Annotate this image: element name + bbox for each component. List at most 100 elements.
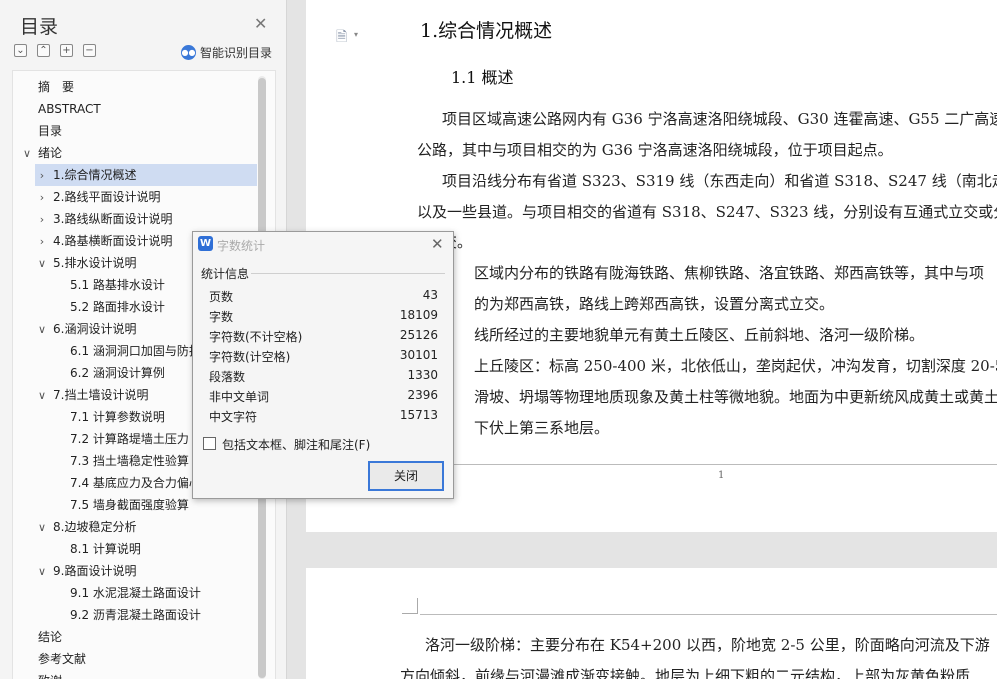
add-heading-icon[interactable]: +	[60, 44, 73, 57]
page-number: 1	[718, 470, 725, 481]
toc-item[interactable]: 6.2 涵洞设计算例	[68, 362, 165, 384]
chevron-down-icon[interactable]: ▾	[354, 30, 358, 39]
chevron-down-icon[interactable]: ∨	[35, 385, 49, 407]
toc-item-label: ABSTRACT	[38, 102, 101, 116]
toc-item[interactable]: 结论	[20, 626, 62, 648]
smart-recognize-icon: ●●	[181, 45, 196, 60]
toc-item-label: 绪论	[38, 146, 63, 160]
text-line: 下伏上第三系地层。	[474, 419, 610, 437]
toc-item[interactable]: ABSTRACT	[20, 98, 101, 120]
page-divider	[406, 464, 997, 465]
text-line: 公路，其中与项目相交的为 G36 宁洛高速洛阳绕城段，位于项目起点。	[417, 141, 893, 159]
toc-item-label: 7.5 墙身截面强度验算	[70, 498, 189, 512]
toc-item[interactable]: › 3.路线纵断面设计说明	[35, 208, 173, 231]
chevron-down-icon[interactable]: ∨	[35, 517, 49, 539]
toc-item[interactable]: 致谢	[20, 670, 62, 679]
toc-item-label: 结论	[38, 630, 63, 644]
chevron-down-icon[interactable]: ∨	[35, 319, 49, 341]
toc-item[interactable]: 8.1 计算说明	[68, 538, 141, 560]
stat-value: 1330	[407, 368, 438, 382]
toc-item[interactable]: ∨ 5.排水设计说明	[35, 252, 136, 274]
document-icon[interactable]: 🗎	[336, 26, 347, 50]
toc-item[interactable]: 目录	[20, 120, 62, 142]
toc-item[interactable]: 7.2 计算路堤墙土压力	[68, 428, 189, 450]
toc-item[interactable]: 6.1 涵洞洞口加固与防护	[68, 340, 201, 362]
toc-item[interactable]: ∨ 6.涵洞设计说明	[35, 318, 136, 340]
collapse-all-icon[interactable]: ⌄	[14, 44, 27, 57]
toc-item-label: 7.挡土墙设计说明	[53, 388, 149, 402]
smart-toc-label: 智能识别目录	[200, 46, 273, 60]
include-textboxes-checkbox[interactable]	[203, 437, 216, 450]
stat-row: 非中文单词 2396	[209, 388, 438, 408]
text-line: 线所经过的主要地貌单元有黄土丘陵区、丘前斜地、洛河一级阶梯。	[474, 326, 925, 344]
toc-item[interactable]: 7.5 墙身截面强度验算	[68, 494, 189, 516]
chevron-right-icon[interactable]: ›	[35, 231, 49, 253]
toc-item-label: 5.2 路面排水设计	[70, 300, 165, 314]
toc-item[interactable]: 7.3 挡土墙稳定性验算	[68, 450, 189, 472]
toc-item[interactable]: ∨ 8.边坡稳定分析	[35, 516, 136, 538]
stat-label: 非中文单词	[209, 390, 270, 404]
toc-item[interactable]: 9.1 水泥混凝土路面设计	[68, 582, 201, 604]
toc-item-label: 参考文献	[38, 652, 87, 666]
stat-label: 字符数(计空格)	[209, 350, 291, 364]
stat-value: 25126	[399, 328, 438, 342]
toc-item[interactable]: ∨ 绪论	[20, 142, 62, 164]
toc-item-label: 目录	[38, 124, 63, 138]
toc-item[interactable]: 7.1 计算参数说明	[68, 406, 165, 428]
smart-toc-button[interactable]: ●● 智能识别目录	[181, 44, 272, 61]
toc-item[interactable]: 9.2 沥青混凝土路面设计	[68, 604, 201, 626]
toc-item-label: 9.1 水泥混凝土路面设计	[70, 586, 201, 600]
toc-title: 目录	[20, 16, 59, 38]
toc-item-label: 9.路面设计说明	[53, 564, 137, 578]
stat-value: 43	[422, 288, 438, 302]
chevron-right-icon[interactable]: ›	[35, 187, 49, 209]
toc-item-label: 3.路线纵断面设计说明	[53, 212, 173, 226]
toc-item[interactable]: › 2.路线平面设计说明	[35, 186, 161, 209]
remove-heading-icon[interactable]: −	[83, 44, 96, 57]
heading-2: 1.1 概述	[451, 68, 514, 87]
toc-item[interactable]: ∨ 7.挡土墙设计说明	[35, 384, 148, 406]
include-textboxes-label[interactable]: 包括文本框、脚注和尾注(F)	[222, 436, 370, 453]
toc-item-label: 8.边坡稳定分析	[53, 520, 137, 534]
toc-item[interactable]: 摘 要	[20, 76, 74, 98]
toc-item-label: 致谢	[34, 674, 62, 679]
chevron-down-icon[interactable]: ∨	[35, 561, 49, 583]
toc-item[interactable]: 参考文献	[20, 648, 86, 670]
toc-item-label: 摘 要	[38, 80, 75, 94]
chevron-down-icon[interactable]: ∨	[20, 143, 34, 165]
stat-row: 字符数(不计空格) 25126	[209, 328, 438, 348]
margin-corner-mark	[402, 598, 418, 614]
close-icon[interactable]: ✕	[254, 14, 267, 33]
stat-row: 段落数 1330	[209, 368, 438, 388]
stat-row: 字符数(计空格) 30101	[209, 348, 438, 368]
stat-value: 15713	[399, 408, 438, 422]
text-line: 以及一些县道。与项目相交的省道有 S318、S247、S323 线，分别设有互通…	[417, 203, 997, 221]
stat-row: 页数 43	[209, 288, 438, 308]
toc-item-label: 6.2 涵洞设计算例	[70, 366, 165, 380]
close-button[interactable]: 关闭	[368, 461, 444, 491]
dialog-titlebar[interactable]: W 字数统计 ✕	[193, 232, 453, 256]
chevron-right-icon[interactable]: ›	[35, 165, 49, 187]
text-line: 上丘陵区：标高 250-400 米，北依低山，垄岗起伏，冲沟发育，切割深度 20…	[474, 357, 997, 375]
toc-item[interactable]: › 1.综合情况概述	[35, 164, 257, 186]
stat-row: 中文字符 15713	[209, 408, 438, 428]
text-line: 项目沿线分布有省道 S323、S319 线（东西走向）和省道 S318、S247…	[442, 172, 997, 190]
chevron-right-icon[interactable]: ›	[35, 209, 49, 231]
chevron-down-icon[interactable]: ∨	[35, 253, 49, 275]
toc-item-label: 7.1 计算参数说明	[70, 410, 165, 424]
stat-value: 30101	[399, 348, 438, 362]
toc-item[interactable]: 5.1 路基排水设计	[68, 274, 165, 296]
text-line: 洛河一级阶梯：主要分布在 K54+200 以西，阶地宽 2-5 公里，阶面略向河…	[425, 636, 990, 654]
toc-item-label: 2.路线平面设计说明	[53, 190, 161, 204]
stat-label: 中文字符	[209, 410, 258, 424]
toc-item[interactable]: › 4.路基横断面设计说明	[35, 230, 173, 253]
toc-item-label: 7.3 挡土墙稳定性验算	[70, 454, 189, 468]
stat-value: 2396	[407, 388, 438, 402]
toc-item[interactable]: ∨ 9.路面设计说明	[35, 560, 136, 582]
close-icon[interactable]: ✕	[431, 235, 444, 253]
toc-item[interactable]: 7.4 基底应力及合力偏心	[68, 472, 201, 494]
toc-item[interactable]: 5.2 路面排水设计	[68, 296, 165, 318]
stat-label: 段落数	[209, 370, 246, 384]
expand-all-icon[interactable]: ⌃	[37, 44, 50, 57]
text-line: 的为郑西高铁，路线上跨郑西高铁，设置分离式立交。	[474, 295, 835, 313]
